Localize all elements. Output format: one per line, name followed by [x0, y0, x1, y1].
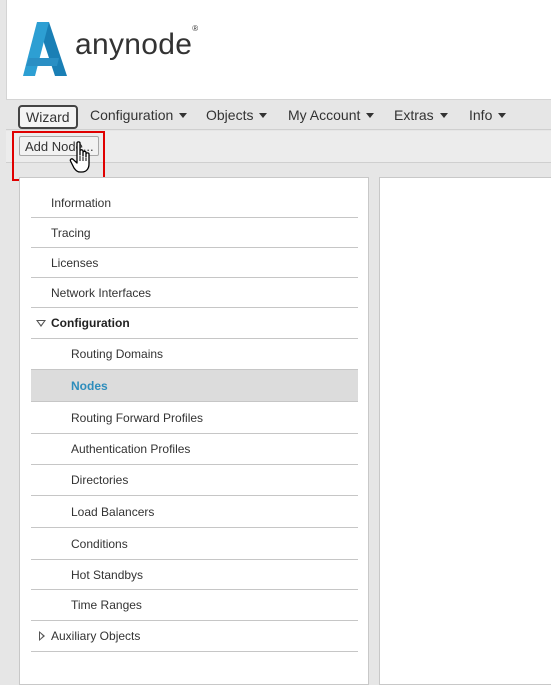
nav-label: Configuration [51, 316, 130, 330]
nav-authentication-profiles[interactable]: Authentication Profiles [31, 434, 358, 465]
menu-configuration[interactable]: Configuration [90, 107, 188, 123]
chevron-down-icon [498, 112, 507, 118]
nav-label: Auxiliary Objects [51, 629, 141, 643]
nav-auxiliary-objects[interactable]: Auxiliary Objects [31, 621, 358, 652]
nav-label: Conditions [71, 536, 128, 551]
anynode-logo-icon [23, 22, 67, 79]
chevron-down-icon [259, 112, 268, 118]
navigation-tree: Information Tracing Licenses Network Int… [19, 177, 369, 685]
nav-label: Load Balancers [71, 504, 155, 519]
nav-label: Nodes [71, 378, 108, 393]
nav-nodes[interactable]: Nodes [31, 370, 358, 402]
nav-label: Routing Forward Profiles [71, 410, 204, 425]
nav-routing-domains[interactable]: Routing Domains [31, 339, 358, 370]
nav-network-interfaces[interactable]: Network Interfaces [31, 278, 358, 308]
nav-tracing[interactable]: Tracing [31, 218, 358, 248]
menu-extras[interactable]: Extras [394, 107, 448, 123]
nav-label: Licenses [51, 255, 99, 270]
menu-info[interactable]: Info [469, 107, 507, 123]
wizard-button[interactable]: Wizard [18, 105, 78, 129]
content-panel [379, 177, 551, 685]
nav-conditions[interactable]: Conditions [31, 528, 358, 560]
nav-time-ranges[interactable]: Time Ranges [31, 590, 358, 621]
nav-label: Time Ranges [71, 598, 142, 612]
nav-label: Hot Standbys [71, 567, 144, 582]
menu-my-account[interactable]: My Account [288, 107, 375, 123]
nav-label: Authentication Profiles [71, 442, 191, 456]
menu-objects[interactable]: Objects [206, 107, 268, 123]
nav-information[interactable]: Information [31, 188, 358, 218]
nav-label: Tracing [51, 225, 91, 240]
brand-name: anynode® [75, 24, 199, 61]
app-header: anynode® [6, 0, 551, 100]
hand-cursor-icon [69, 141, 99, 178]
collapsed-triangle-icon[interactable] [39, 631, 45, 641]
nav-load-balancers[interactable]: Load Balancers [31, 496, 358, 528]
nav-directories[interactable]: Directories [31, 465, 358, 496]
nav-label: Network Interfaces [51, 285, 152, 300]
nav-routing-forward-profiles[interactable]: Routing Forward Profiles [31, 402, 358, 434]
main-menu-bar: Wizard Configuration Objects My Account … [6, 101, 551, 130]
chevron-down-icon [179, 112, 188, 118]
nav-label: Routing Domains [71, 347, 164, 361]
nav-configuration[interactable]: Configuration [31, 308, 358, 339]
expand-triangle-icon[interactable] [36, 320, 46, 327]
nav-licenses[interactable]: Licenses [31, 248, 358, 278]
nav-hot-standbys[interactable]: Hot Standbys [31, 560, 358, 590]
chevron-down-icon [366, 112, 375, 118]
chevron-down-icon [439, 112, 448, 118]
nav-label: Directories [71, 473, 129, 487]
nav-label: Information [51, 195, 112, 210]
